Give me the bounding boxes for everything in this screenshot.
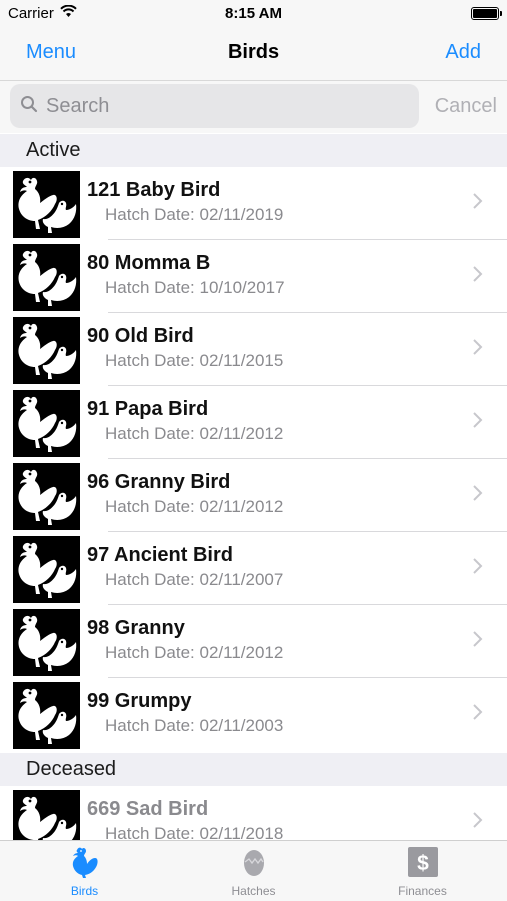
hatch-date: Hatch Date: 02/11/2012 [105, 497, 284, 516]
chickens-icon [18, 615, 77, 671]
bird-thumbnail [13, 463, 80, 530]
bird-thumbnail [13, 609, 80, 676]
list-item[interactable]: 91 Papa Bird Hatch Date: 02/11/2012 [0, 386, 507, 459]
bird-name: 121 Baby Bird [87, 179, 221, 201]
egg-icon [242, 847, 266, 884]
chevron-right-icon [472, 557, 483, 580]
section-header-deceased: Deceased [0, 753, 507, 786]
search-bar: Cancel [0, 81, 507, 133]
tab-label: Birds [70, 884, 99, 898]
hatch-date: Hatch Date: 02/11/2003 [105, 716, 284, 735]
list-item[interactable]: 90 Old Bird Hatch Date: 02/11/2015 [0, 313, 507, 386]
bird-thumbnail [13, 682, 80, 749]
bird-thumbnail [13, 171, 80, 238]
tab-hatches[interactable]: Hatches [169, 841, 338, 901]
tab-label: Finances [398, 884, 447, 898]
tab-finances[interactable]: $ Finances [338, 841, 507, 901]
chevron-right-icon [472, 265, 483, 288]
bird-name: 80 Momma B [87, 252, 211, 274]
bird-thumbnail [13, 244, 80, 311]
bird-name: 98 Granny [87, 617, 185, 639]
bird-name: 669 Sad Bird [87, 798, 209, 820]
bird-name: 96 Granny Bird [87, 471, 231, 493]
bird-thumbnail [13, 390, 80, 457]
chickens-icon [18, 396, 77, 452]
bird-name: 90 Old Bird [87, 325, 194, 347]
chickens-icon [18, 542, 77, 598]
navigation-bar: Menu Birds Add [0, 28, 507, 81]
list-item[interactable]: 96 Granny Bird Hatch Date: 02/11/2012 [0, 459, 507, 532]
chevron-right-icon [472, 338, 483, 361]
chevron-right-icon [472, 411, 483, 434]
chevron-right-icon [472, 192, 483, 215]
chevron-right-icon [472, 484, 483, 507]
hatch-date: Hatch Date: 10/10/2017 [105, 278, 285, 297]
section-header-active: Active [0, 134, 507, 167]
chickens-icon [18, 469, 77, 525]
tab-birds[interactable]: Birds [0, 841, 169, 901]
list-item[interactable]: 121 Baby Bird Hatch Date: 02/11/2019 [0, 167, 507, 240]
hatch-date: Hatch Date: 02/11/2007 [105, 570, 284, 589]
status-time: 8:15 AM [225, 5, 282, 22]
list-item[interactable]: 97 Ancient Bird Hatch Date: 02/11/2007 [0, 532, 507, 605]
list-item[interactable]: 99 Grumpy Hatch Date: 02/11/2003 [0, 678, 507, 751]
hatch-date: Hatch Date: 02/11/2015 [105, 351, 284, 370]
chickens-icon [18, 688, 77, 744]
chevron-right-icon [472, 703, 483, 726]
chickens-icon [18, 323, 77, 379]
list-item[interactable]: 80 Momma B Hatch Date: 10/10/2017 [0, 240, 507, 313]
battery-icon [471, 7, 502, 20]
chickens-icon [18, 250, 77, 306]
bird-name: 97 Ancient Bird [87, 544, 233, 566]
bird-name: 99 Grumpy [87, 690, 192, 712]
bird-thumbnail [13, 536, 80, 603]
chevron-right-icon [472, 630, 483, 653]
status-bar: Carrier 8:15 AM [0, 0, 507, 28]
add-button[interactable]: Add [445, 41, 481, 64]
cancel-button[interactable]: Cancel [435, 95, 497, 118]
search-field[interactable] [10, 84, 419, 128]
bird-name: 91 Papa Bird [87, 398, 209, 420]
dollar-icon: $ [407, 847, 438, 882]
tab-bar: Birds Hatches $ Finances [0, 840, 507, 901]
chickens-icon [18, 177, 77, 233]
rooster-icon [70, 847, 100, 884]
search-input[interactable] [44, 93, 408, 119]
chevron-right-icon [472, 811, 483, 834]
page-title: Birds [227, 41, 280, 63]
tab-label: Hatches [231, 884, 276, 898]
list-item[interactable]: 98 Granny Hatch Date: 02/11/2012 [0, 605, 507, 678]
svg-text:$: $ [417, 852, 429, 875]
hatch-date: Hatch Date: 02/11/2019 [105, 205, 284, 224]
search-icon [20, 95, 38, 118]
hatch-date: Hatch Date: 02/11/2012 [105, 643, 284, 662]
bird-thumbnail [13, 317, 80, 384]
hatch-date: Hatch Date: 02/11/2012 [105, 424, 284, 443]
